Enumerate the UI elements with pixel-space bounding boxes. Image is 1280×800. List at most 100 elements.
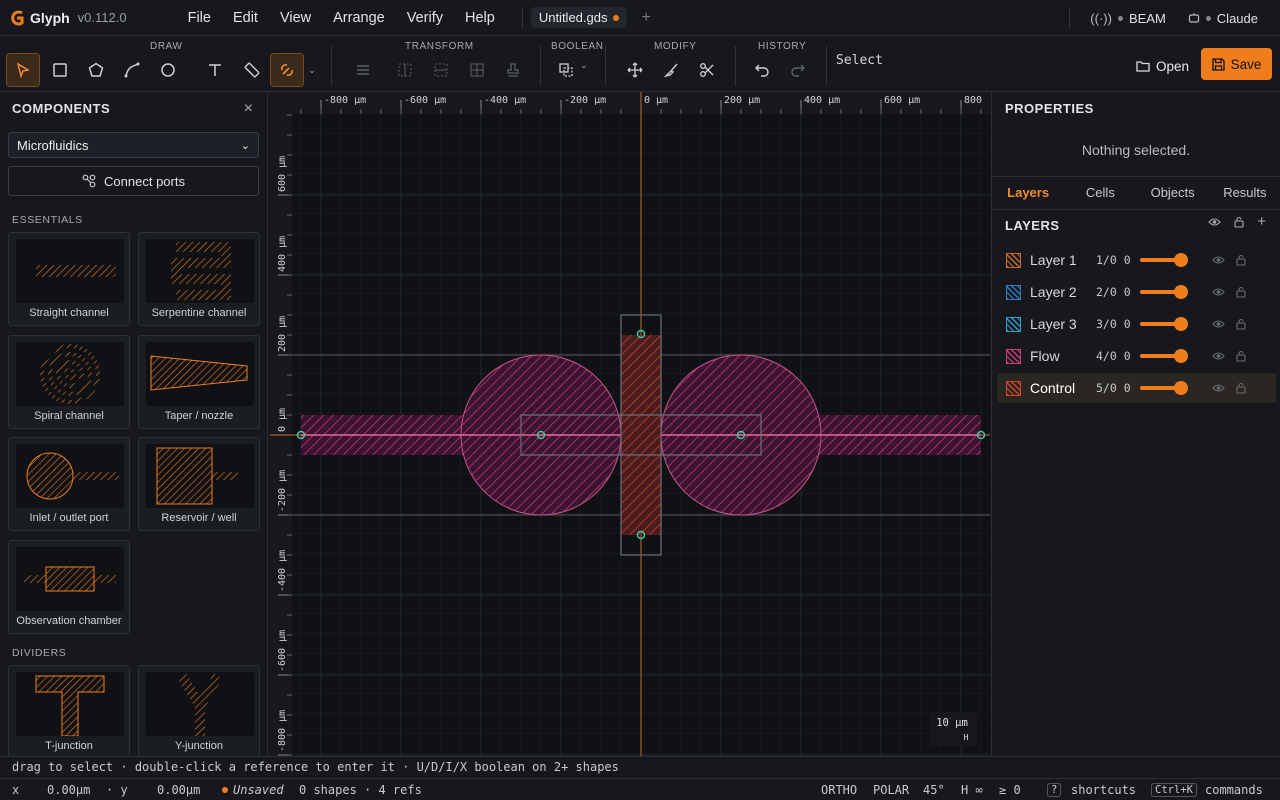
canvas-drawing[interactable]: -800 µm -600 µm -400 µm -200 µm 0 µm 200 µm 40… [270,92,990,756]
tool-dropdown-button[interactable]: ⌄ [304,53,320,87]
component-straight-channel[interactable]: Straight channel [8,232,130,326]
shortcuts-link[interactable]: shortcuts [1071,783,1136,797]
layer-row[interactable]: Layer 1 1/0 0 [997,245,1276,275]
file-tab[interactable]: Untitled.gds [530,7,628,28]
ortho-toggle[interactable]: ORTHO [821,783,857,797]
flip-horizontal-button[interactable] [388,53,422,87]
commands-link[interactable]: commands [1205,783,1263,797]
help-key[interactable]: ? [1047,783,1062,797]
save-icon [1211,57,1225,71]
circle-tool-button[interactable] [151,53,185,87]
lock-icon[interactable] [1235,318,1247,330]
select-tool-button[interactable] [6,53,40,87]
undo-button[interactable] [745,53,779,87]
opacity-slider[interactable] [1140,381,1188,395]
lock-icon[interactable] [1233,216,1245,228]
slider-knob[interactable] [1174,253,1188,267]
slider-knob[interactable] [1174,349,1188,363]
tab-results[interactable]: Results [1209,177,1280,209]
chevron-down-icon[interactable]: ⌄ [580,60,588,71]
add-layer-icon[interactable]: + [1257,214,1266,229]
tab-objects[interactable]: Objects [1137,177,1209,209]
array-button[interactable] [460,53,494,87]
unsaved-dot [222,787,228,793]
layer-row[interactable]: Layer 2 2/0 0 [997,277,1276,307]
opacity-slider[interactable] [1140,349,1188,363]
connect-ports-button[interactable]: Connect ports [8,166,259,196]
eye-icon[interactable] [1212,254,1225,266]
layer-row[interactable]: Flow 4/0 0 [997,341,1276,371]
eye-icon[interactable] [1212,350,1225,362]
component-taper-nozzle[interactable]: Taper / nozzle [138,335,260,429]
layout-canvas[interactable]: -800 µm -600 µm -400 µm -200 µm 0 µm 200 µm 40… [270,92,990,756]
layer-row[interactable]: Control 5/0 0 [997,373,1276,403]
ruler-label-y: 200 µm [277,316,288,352]
component-observation-chamber[interactable]: Observation chamber [8,540,130,634]
menu-view[interactable]: View [269,10,322,26]
lock-icon[interactable] [1235,254,1247,266]
tab-layers[interactable]: Layers [992,177,1064,209]
open-button[interactable]: Open [1126,51,1199,81]
polar-toggle[interactable]: POLAR [873,783,909,797]
beam-status[interactable]: ((·)) BEAM [1090,11,1166,26]
flip-vertical-button[interactable] [424,53,458,87]
stamp-button[interactable] [496,53,530,87]
polygon-tool-button[interactable] [79,53,113,87]
menu-edit[interactable]: Edit [222,10,269,26]
component-reservoir-well[interactable]: Reservoir / well [138,437,260,531]
eye-icon[interactable] [1212,318,1225,330]
opacity-slider[interactable] [1140,253,1188,267]
control-valve[interactable] [621,335,661,535]
beam-label: BEAM [1128,10,1166,26]
layer-row[interactable]: Layer 3 3/0 0 [997,309,1276,339]
lock-icon[interactable] [1235,382,1247,394]
hint-bar: drag to select · double-click a referenc… [0,756,1280,778]
redo-button[interactable] [781,53,815,87]
lock-icon[interactable] [1235,350,1247,362]
port-tool-button[interactable] [270,53,304,87]
component-serpentine-channel[interactable]: Serpentine channel [138,232,260,326]
component-t-junction[interactable]: T-junction [8,665,130,756]
component-spiral-channel[interactable]: Spiral channel [8,335,130,429]
lock-icon[interactable] [1235,286,1247,298]
link-icon [82,174,96,188]
menu-arrange[interactable]: Arrange [322,10,396,26]
move-button[interactable] [618,53,652,87]
chevron-down-icon: ⌄ [308,64,316,75]
command-key[interactable]: Ctrl+K [1151,783,1197,797]
slider-knob[interactable] [1174,317,1188,331]
component-inlet-outlet-port[interactable]: Inlet / outlet port [8,437,130,531]
slider-knob[interactable] [1174,285,1188,299]
open-label: Open [1156,58,1190,74]
boolean-button[interactable] [550,53,584,87]
tab-cells[interactable]: Cells [1064,177,1136,209]
component-y-junction[interactable]: Y-junction [138,665,260,756]
menu-verify[interactable]: Verify [396,10,454,26]
close-icon[interactable]: × [244,100,253,118]
paint-button[interactable] [655,53,689,87]
slider-knob[interactable] [1174,381,1188,395]
save-button[interactable]: Save [1201,48,1272,80]
library-value: Microfluidics [17,137,89,153]
menu-help[interactable]: Help [454,10,506,26]
ruler-label-x: 0 µm [644,95,668,106]
opacity-slider[interactable] [1140,317,1188,331]
library-select[interactable]: Microfluidics ⌄ [8,132,259,158]
align-button[interactable] [346,53,380,87]
ruler-tool-button[interactable] [235,53,269,87]
cut-button[interactable] [690,53,724,87]
eye-icon[interactable] [1212,286,1225,298]
scale-indicator: 10 µm H [930,712,978,746]
claude-status[interactable]: Claude [1188,11,1258,26]
opacity-slider[interactable] [1140,285,1188,299]
eye-icon[interactable] [1212,382,1225,394]
layers-actions: + [1208,214,1266,229]
rectangle-tool-button[interactable] [43,53,77,87]
snap-angle[interactable]: 45° [923,783,945,797]
magnet-icon [281,64,293,76]
path-tool-button[interactable] [115,53,149,87]
menu-file[interactable]: File [177,10,222,26]
new-tab-button[interactable]: + [641,9,650,27]
eye-icon[interactable] [1208,216,1221,228]
text-tool-button[interactable] [198,53,232,87]
